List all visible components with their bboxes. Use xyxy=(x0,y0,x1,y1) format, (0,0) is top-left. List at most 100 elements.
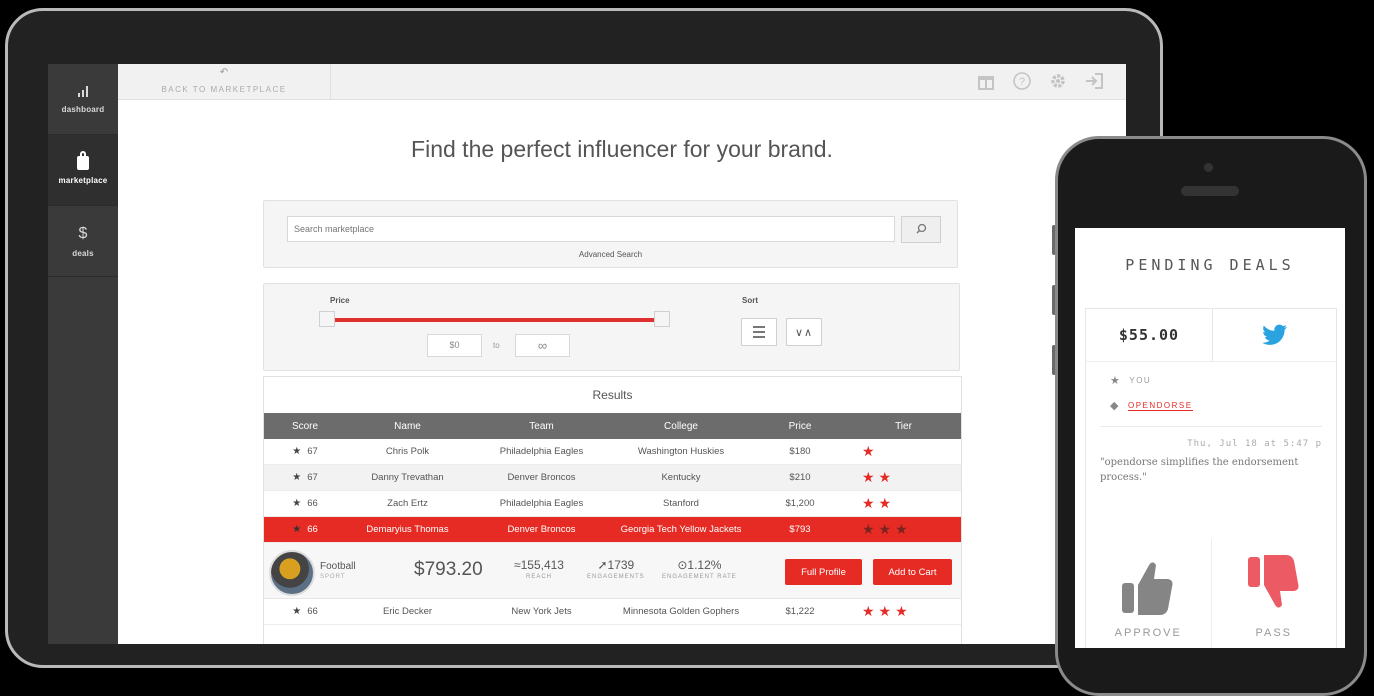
approve-label: APPROVE xyxy=(1114,627,1182,639)
price-to-label: to xyxy=(493,341,500,350)
score-value: 66 xyxy=(307,524,318,535)
wifi-icon: ≈ xyxy=(514,558,521,572)
table-row[interactable]: ★ 66 Zach Ertz Philadelphia Eagles Stanfo… xyxy=(264,491,961,517)
price-slider-max-handle[interactable] xyxy=(654,311,670,327)
results-panel: Results Score Name Team College Price Ti… xyxy=(263,376,962,644)
table-row[interactable]: ★ 66 Eric Decker New York Jets Minnesota … xyxy=(264,599,961,625)
sidebar-item-marketplace[interactable]: marketplace xyxy=(48,135,118,206)
engagement-rate-value: 1.12% xyxy=(687,558,722,572)
column-header-team[interactable]: Team xyxy=(469,413,614,439)
name-cell: Danny Trevathan xyxy=(371,472,444,483)
phone-frame: PENDING DEALS $55.00 ★ YOU ◆ OPENDORSE Thu… xyxy=(1055,136,1367,696)
star-icon: ★ xyxy=(1110,375,1122,387)
score-value: 67 xyxy=(307,472,318,483)
tier-stars: ★ xyxy=(862,443,879,459)
table-row[interactable]: ★ 67 Danny Trevathan Denver Broncos Kentu… xyxy=(264,465,961,491)
approve-button[interactable]: APPROVE xyxy=(1086,539,1211,648)
bar-chart-icon xyxy=(78,85,88,97)
price-min-field[interactable]: $0 xyxy=(427,334,482,357)
cursor-icon: ➚ xyxy=(597,558,608,572)
sort-label: Sort xyxy=(742,296,758,305)
sidebar-item-label: marketplace xyxy=(58,175,108,185)
price-cell: $210 xyxy=(789,472,811,483)
gift-icon[interactable] xyxy=(976,72,996,92)
name-cell: Zach Ertz xyxy=(387,498,428,509)
tier-stars: ★★★ xyxy=(862,603,912,619)
college-cell: Georgia Tech Yellow Jackets xyxy=(620,524,742,535)
reach-caption: REACH xyxy=(525,574,552,580)
shopping-bag-icon xyxy=(77,150,89,170)
twitter-icon xyxy=(1213,309,1336,361)
price-slider-min-handle[interactable] xyxy=(319,311,335,327)
search-input[interactable] xyxy=(287,216,895,242)
table-row[interactable]: ★ 67 Chris Polk Philadelphia Eagles Washi… xyxy=(264,439,961,465)
price-max-field[interactable]: ∞ xyxy=(515,334,570,357)
speaker xyxy=(1181,186,1239,196)
advanced-search-link[interactable]: Advanced Search xyxy=(264,250,957,259)
tier-stars: ★★ xyxy=(862,469,896,485)
search-icon xyxy=(916,223,927,234)
tier-stars: ★★ xyxy=(862,495,896,511)
opendorse-link[interactable]: OPENDORSE xyxy=(1127,401,1193,411)
back-to-marketplace-link[interactable]: ↶ BACK TO MARKETPLACE xyxy=(118,64,331,99)
college-cell: Stanford xyxy=(663,498,699,509)
back-arrow-icon: ↶ xyxy=(219,67,229,78)
deal-header: $55.00 xyxy=(1086,309,1336,362)
team-cell: Denver Broncos xyxy=(507,524,576,535)
sort-direction-button[interactable]: ∨∧ xyxy=(786,318,822,346)
score-value: 66 xyxy=(307,606,318,617)
engagement-rate-stat: ⊙1.12% ENGAGEMENT RATE xyxy=(662,558,737,580)
detail-price: $793.20 xyxy=(414,559,483,580)
page-title: Find the perfect influencer for your bra… xyxy=(411,136,833,162)
price-cell: $793 xyxy=(789,524,811,535)
column-header-score[interactable]: Score xyxy=(264,413,346,439)
engagements-stat: ➚1739 ENGAGEMENTS xyxy=(587,558,645,580)
thumbs-up-icon xyxy=(1122,562,1173,615)
table-row-selected[interactable]: ★ 66 Demaryius Thomas Denver Broncos Geor… xyxy=(264,517,961,543)
sidebar-item-dashboard[interactable]: dashboard xyxy=(48,64,118,135)
team-cell: New York Jets xyxy=(511,606,572,617)
star-icon: ★ xyxy=(292,472,302,483)
top-icons: ? xyxy=(976,72,1104,92)
pass-button[interactable]: PASS xyxy=(1210,539,1337,648)
column-header-price[interactable]: Price xyxy=(748,413,852,439)
thumbs-down-icon xyxy=(1247,555,1299,608)
star-icon: ★ xyxy=(292,524,302,535)
sidebar-item-label: dashboard xyxy=(61,104,105,114)
add-to-cart-button[interactable]: Add to Cart xyxy=(873,559,952,585)
filter-panel: Price $0 to ∞ Sort ∨∧ xyxy=(263,283,960,371)
logout-icon[interactable] xyxy=(1084,72,1104,92)
avatar xyxy=(269,550,315,596)
score-value: 66 xyxy=(307,498,318,509)
pending-deals-title: PENDING DEALS xyxy=(1125,256,1295,274)
sort-list-button[interactable] xyxy=(741,318,777,346)
help-icon[interactable]: ? xyxy=(1012,72,1032,92)
deal-card[interactable]: $55.00 ★ YOU ◆ OPENDORSE Thu, Jul 18 at 5:… xyxy=(1085,308,1337,648)
deal-timestamp: Thu, Jul 18 at 5:47 p xyxy=(1187,439,1322,449)
search-button[interactable] xyxy=(901,216,941,243)
star-icon: ★ xyxy=(292,498,302,509)
app-screen: dashboard marketplace $ deals ↶ BACK TO … xyxy=(48,64,1126,644)
full-profile-button[interactable]: Full Profile xyxy=(785,559,862,585)
column-header-tier[interactable]: Tier xyxy=(852,413,955,439)
price-cell: $1,200 xyxy=(785,498,815,509)
sport-caption: SPORT xyxy=(320,574,346,580)
college-cell: Kentucky xyxy=(661,472,701,483)
column-header-name[interactable]: Name xyxy=(346,413,469,439)
tag-icon: ◆ xyxy=(1110,400,1120,412)
settings-icon[interactable] xyxy=(1048,72,1068,92)
price-cell: $180 xyxy=(789,446,811,457)
deal-amount: $55.00 xyxy=(1086,309,1213,361)
sidebar-item-deals[interactable]: $ deals xyxy=(48,206,118,277)
team-cell: Denver Broncos xyxy=(507,472,576,483)
name-cell: Chris Polk xyxy=(385,446,430,457)
column-header-college[interactable]: College xyxy=(614,413,748,439)
star-icon: ★ xyxy=(292,446,302,457)
team-cell: Philadelphia Eagles xyxy=(499,498,584,509)
name-cell: Eric Decker xyxy=(382,606,433,617)
price-slider-track[interactable] xyxy=(326,318,670,322)
pass-label: PASS xyxy=(1255,627,1293,639)
sport-info: Football SPORT xyxy=(320,561,356,580)
score-value: 67 xyxy=(307,446,318,457)
tier-stars: ★★★ xyxy=(862,521,912,537)
